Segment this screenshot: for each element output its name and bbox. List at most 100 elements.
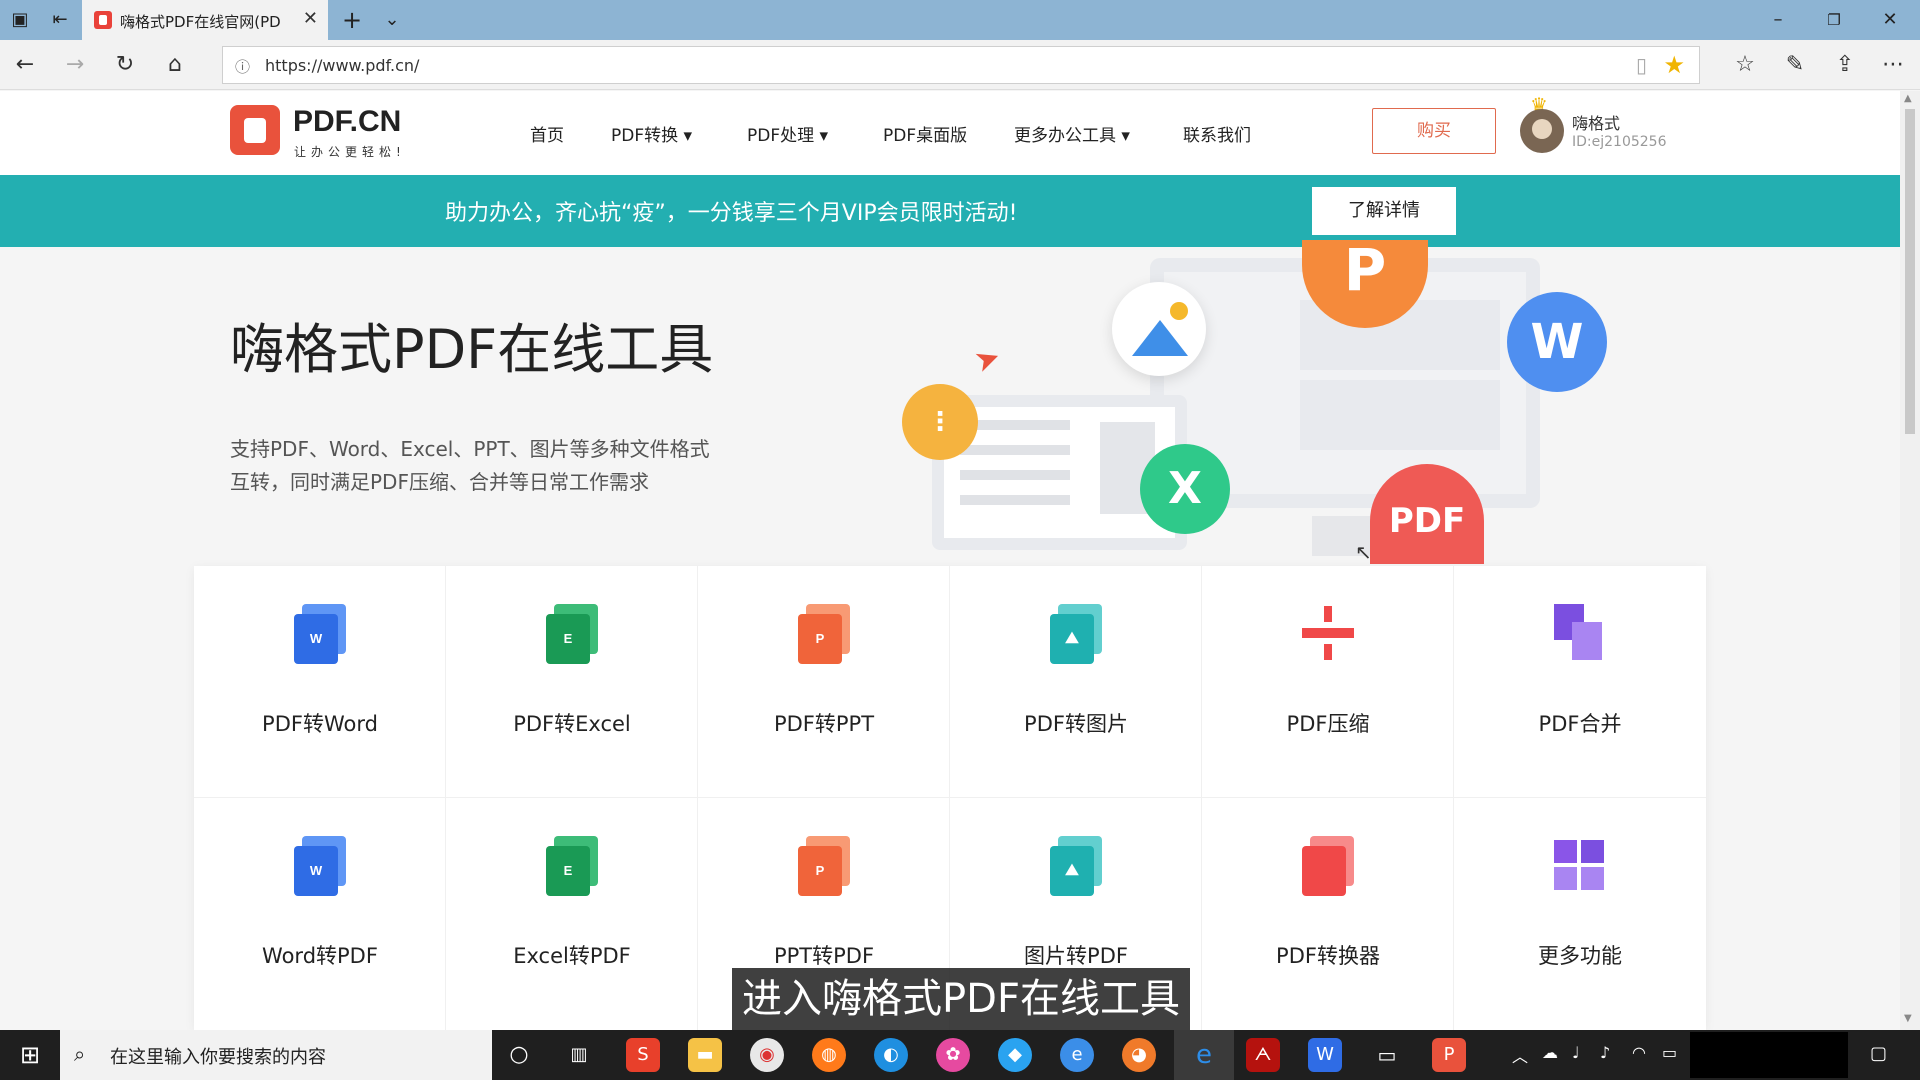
tool-pdf-converter[interactable]: PDF转换器	[1202, 798, 1454, 1030]
logo-text[interactable]: PDF.CN	[293, 105, 401, 139]
tab-close-icon[interactable]: ✕	[303, 8, 318, 29]
site-header: PDF.CN 让办公更轻松! 首页 PDF转换 ▾ PDF处理 ▾ PDF桌面版…	[0, 91, 1900, 175]
windows-taskbar: ⊞ ⌕ 在这里输入你要搜索的内容 ○ ▥ S ▬ ◉ ◍ ◐ ✿ ◆ e ◕ e…	[0, 1030, 1920, 1080]
show-hidden-icons-icon[interactable]: ︿	[1512, 1043, 1528, 1067]
taskbar-search-box[interactable]: ⌕ 在这里输入你要搜索的内容	[60, 1030, 492, 1080]
scrollbar-thumb[interactable]	[1905, 109, 1915, 434]
tool-pdf-compress[interactable]: PDF压缩	[1202, 566, 1454, 798]
tool-label: 图片转PDF	[1024, 944, 1128, 968]
nav-more-tools[interactable]: 更多办公工具 ▾	[1014, 121, 1130, 146]
tool-label: Excel转PDF	[513, 944, 631, 968]
more-menu-icon[interactable]: ⋯	[1878, 50, 1908, 80]
monitor-panel-shape	[1300, 380, 1500, 450]
windows-start-icon[interactable]: ⊞	[0, 1030, 60, 1080]
merge-icon	[1554, 604, 1606, 664]
tool-excel-to-pdf[interactable]: E Excel转PDF	[446, 798, 698, 1030]
onedrive-icon[interactable]: ☁	[1542, 1043, 1558, 1062]
app-icon[interactable]: ◆	[998, 1038, 1032, 1072]
user-name[interactable]: 嗨格式	[1572, 110, 1620, 134]
volume-icon[interactable]: ♪	[1600, 1043, 1610, 1062]
tool-label: PDF压缩	[1286, 712, 1370, 736]
chrome-icon[interactable]: ◉	[750, 1038, 784, 1072]
tool-pdf-to-image[interactable]: ⛰ PDF转图片	[950, 566, 1202, 798]
nav-pdf-convert[interactable]: PDF转换 ▾	[611, 121, 692, 146]
converter-doc-icon	[1302, 836, 1354, 896]
cortana-icon[interactable]: ○	[502, 1038, 536, 1072]
tab-actions-icon[interactable]: ▣	[8, 8, 32, 32]
excel-doc-icon: E	[546, 836, 598, 896]
browser-app-icon[interactable]: ◐	[874, 1038, 908, 1072]
wps-app-icon[interactable]: S	[626, 1038, 660, 1072]
reading-view-icon[interactable]: ▯	[1636, 53, 1647, 77]
ppt-doc-icon: P	[798, 836, 850, 896]
restore-icon[interactable]: ❐	[1814, 6, 1854, 34]
logo-slogan: 让办公更轻松!	[294, 145, 406, 159]
tool-label: 更多功能	[1538, 944, 1622, 968]
network-icon[interactable]: ◠	[1632, 1043, 1646, 1062]
home-icon[interactable]: ⌂	[160, 50, 190, 80]
task-view-icon[interactable]: ▥	[562, 1038, 596, 1072]
favorite-star-icon[interactable]: ★	[1663, 51, 1685, 79]
tab-list-chevron-icon[interactable]: ⌄	[380, 8, 404, 32]
tool-word-to-pdf[interactable]: W Word转PDF	[194, 798, 446, 1030]
tool-pdf-merge[interactable]: PDF合并	[1454, 566, 1706, 798]
tools-grid: W PDF转Word E PDF转Excel P PDF转PPT ⛰ PDF转图…	[194, 566, 1706, 1030]
minimize-icon[interactable]: –	[1758, 6, 1798, 34]
microphone-icon[interactable]: ♩	[1572, 1043, 1580, 1062]
tool-label: PDF合并	[1538, 712, 1622, 736]
refresh-icon[interactable]: ↻	[110, 50, 140, 80]
battery-icon[interactable]: ▭	[1662, 1043, 1677, 1062]
zip-bubble-icon: ⋮	[902, 384, 978, 460]
scroll-up-icon[interactable]: ▲	[1904, 93, 1912, 104]
pen-notes-icon[interactable]: ✎	[1780, 50, 1810, 80]
tool-label: PDF转换器	[1276, 944, 1380, 968]
firefox-icon[interactable]: ◍	[812, 1038, 846, 1072]
tool-pdf-to-word[interactable]: W PDF转Word	[194, 566, 446, 798]
forward-arrow-icon[interactable]: →	[60, 50, 90, 80]
app-icon[interactable]: ◕	[1122, 1038, 1156, 1072]
scroll-down-icon[interactable]: ▼	[1904, 1013, 1912, 1024]
nav-contact[interactable]: 联系我们	[1183, 121, 1251, 146]
learn-more-button[interactable]: 了解详情	[1312, 187, 1456, 235]
nav-home[interactable]: 首页	[530, 121, 564, 146]
pdfcn-logo-icon[interactable]	[230, 105, 280, 155]
word-doc-icon: W	[294, 836, 346, 896]
notification-icon[interactable]: ▢	[1870, 1043, 1887, 1064]
new-tab-icon[interactable]: +	[340, 8, 364, 32]
word-app-icon[interactable]: W	[1308, 1038, 1342, 1072]
ie-icon[interactable]: e	[1060, 1038, 1094, 1072]
page-scrollbar[interactable]: ▲ ▼	[1900, 91, 1920, 1030]
ppt-doc-icon: P	[798, 604, 850, 664]
clock-area[interactable]	[1690, 1032, 1848, 1078]
set-tabs-aside-icon[interactable]: ⇤	[48, 8, 72, 32]
window-close-icon[interactable]: ✕	[1870, 6, 1910, 34]
sun-icon	[1170, 302, 1188, 320]
share-icon[interactable]: ⇪	[1830, 50, 1860, 80]
address-bar[interactable]: ⓘ https://www.pdf.cn/ ▯ ★	[222, 46, 1700, 84]
avatar[interactable]	[1520, 109, 1564, 153]
excel-doc-icon: E	[546, 604, 598, 664]
url-text[interactable]: https://www.pdf.cn/	[265, 56, 419, 75]
site-info-icon[interactable]: ⓘ	[235, 56, 250, 77]
acrobat-icon[interactable]: ᗅ	[1246, 1038, 1280, 1072]
buy-button[interactable]: 购买	[1372, 108, 1496, 154]
tool-pdf-to-ppt[interactable]: P PDF转PPT	[698, 566, 950, 798]
tool-pdf-to-excel[interactable]: E PDF转Excel	[446, 566, 698, 798]
browser-title-bar: ▣ ⇤ 嗨格式PDF在线官网(PD ✕ + ⌄ – ❐ ✕	[0, 0, 1920, 40]
nav-pdf-desktop[interactable]: PDF桌面版	[883, 121, 967, 146]
camera-app-icon[interactable]: ▭	[1370, 1038, 1404, 1072]
doc-line-shape	[960, 470, 1070, 480]
nav-pdf-process[interactable]: PDF处理 ▾	[747, 121, 828, 146]
pdf-app-icon[interactable]: P	[1432, 1038, 1466, 1072]
hero-description-line1: 支持PDF、Word、Excel、PPT、图片等多种文件格式	[230, 437, 710, 461]
file-explorer-icon[interactable]: ▬	[688, 1038, 722, 1072]
tool-more-features[interactable]: 更多功能	[1454, 798, 1706, 1030]
favorites-list-icon[interactable]: ☆	[1730, 50, 1760, 80]
tool-label: PDF转图片	[1024, 712, 1128, 736]
user-id: ID:ej2105256	[1572, 134, 1667, 150]
promo-banner: 助力办公，齐心抗“疫”，一分钱享三个月VIP会员限时活动! 了解详情	[0, 175, 1900, 247]
back-arrow-icon[interactable]: ←	[10, 50, 40, 80]
edge-icon[interactable]: e	[1174, 1030, 1234, 1080]
color-app-icon[interactable]: ✿	[936, 1038, 970, 1072]
browser-tab[interactable]: 嗨格式PDF在线官网(PD ✕	[82, 0, 328, 40]
